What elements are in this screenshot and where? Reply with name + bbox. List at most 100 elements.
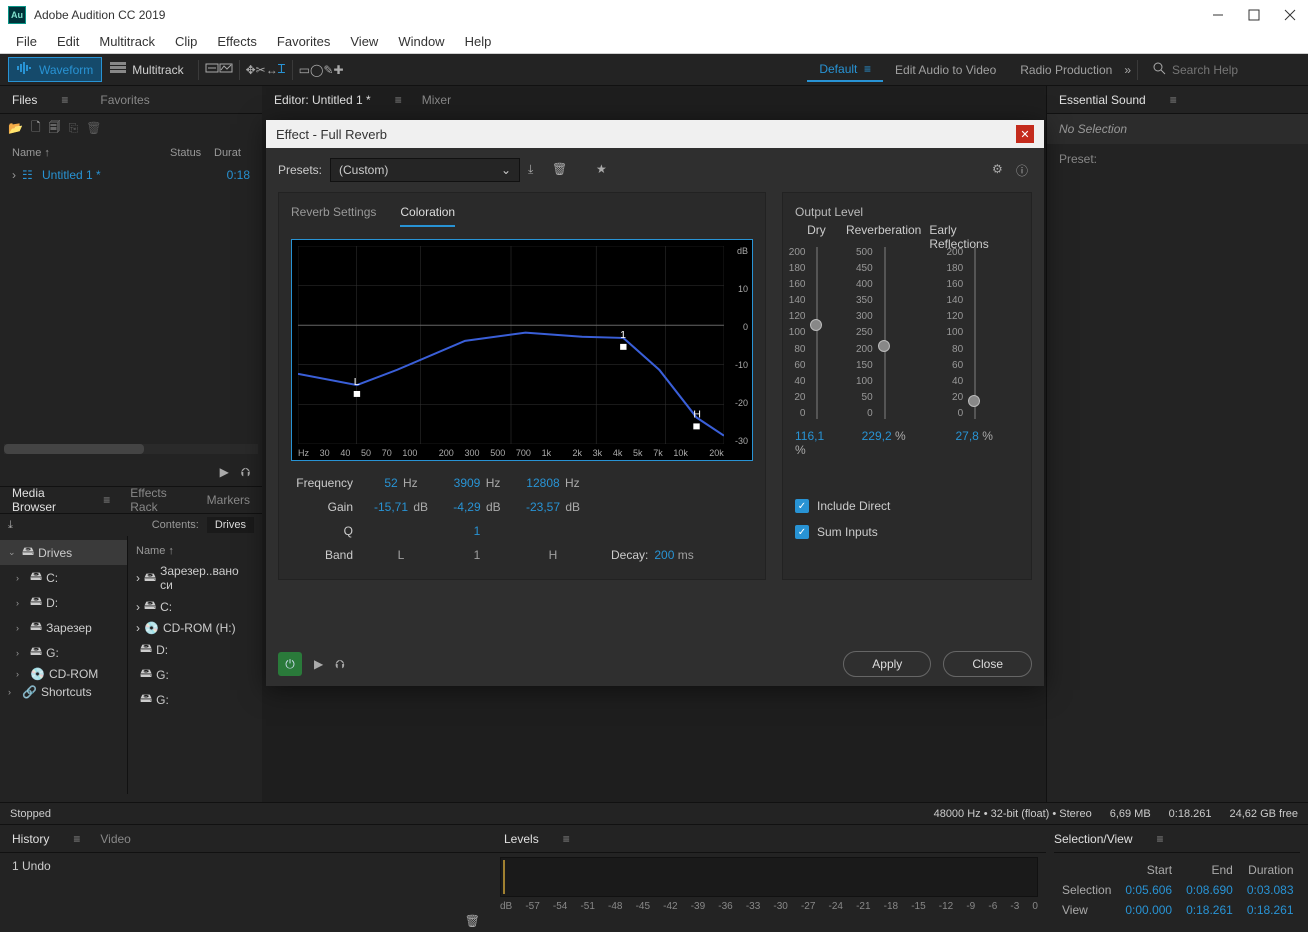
mb-up-icon[interactable]: ⤓ (8, 519, 13, 532)
favorite-icon[interactable]: ★ (596, 162, 612, 178)
sum-inputs-checkbox[interactable]: ✓ (795, 525, 809, 539)
tab-essential-sound[interactable]: Essential Sound (1059, 93, 1146, 107)
decay-value[interactable]: 200 (654, 548, 674, 562)
preview-loop-icon[interactable]: ⮉ (335, 657, 344, 672)
gain-h[interactable]: -23,57 (526, 500, 560, 514)
move-tool-icon[interactable]: ✥ (246, 63, 256, 77)
eq-graph[interactable]: dB100-10-20-30 L1H Hz30405070100 (291, 239, 753, 461)
export-icon[interactable]: ⮉ (241, 465, 250, 480)
brush-tool-icon[interactable]: ✎ (323, 63, 333, 77)
early-slider[interactable]: 200180160140120100806040200 (965, 247, 983, 419)
history-trash-icon[interactable]: 🗑 (465, 914, 480, 928)
workspace-radio[interactable]: Radio Production (1008, 59, 1124, 81)
view-dur[interactable]: 0:18.261 (1241, 901, 1300, 919)
maximize-button[interactable] (1248, 9, 1260, 21)
tab-reverb-settings[interactable]: Reverb Settings (291, 205, 376, 227)
menu-multitrack[interactable]: Multitrack (91, 32, 163, 51)
list-item[interactable]: 🖴D: (128, 637, 262, 662)
levels-menu-icon[interactable]: ≡ (563, 832, 570, 846)
menu-favorites[interactable]: Favorites (269, 32, 338, 51)
settings-icon[interactable]: ⚙ (992, 162, 1008, 178)
freq-1[interactable]: 3909 (454, 476, 481, 490)
gain-l[interactable]: -15,71 (374, 500, 408, 514)
tab-coloration[interactable]: Coloration (400, 205, 455, 227)
history-menu-icon[interactable]: ≡ (73, 832, 80, 846)
close-window-button[interactable] (1284, 9, 1296, 21)
list-item[interactable]: 🖴G: (128, 662, 262, 687)
workspace-more-icon[interactable]: » (1124, 63, 1131, 77)
q-1[interactable]: 1 (474, 524, 481, 538)
files-panel-menu-icon[interactable]: ≡ (61, 93, 68, 107)
sel-end[interactable]: 0:08.690 (1180, 881, 1239, 899)
reverb-value[interactable]: 229,2 (862, 429, 892, 443)
new-multitrack-icon[interactable]: 🗐 (49, 118, 61, 139)
selview-menu-icon[interactable]: ≡ (1157, 832, 1164, 846)
search-help-input[interactable] (1172, 63, 1292, 77)
delete-preset-icon[interactable]: 🗑 (552, 162, 568, 178)
tree-shortcuts[interactable]: ›🔗Shortcuts (0, 683, 127, 701)
apply-button[interactable]: Apply (843, 651, 931, 677)
menu-help[interactable]: Help (457, 32, 500, 51)
tab-selection-view[interactable]: Selection/View (1054, 832, 1133, 846)
chevron-right-icon[interactable]: › (12, 168, 22, 182)
minimize-button[interactable] (1212, 9, 1224, 21)
gain-1[interactable]: -4,29 (453, 500, 480, 514)
preset-dropdown[interactable]: (Custom)⌄ (330, 158, 520, 182)
files-scrollbar[interactable] (4, 444, 258, 454)
tab-markers[interactable]: Markers (207, 493, 250, 507)
spectral-icon[interactable] (219, 61, 233, 78)
tab-favorites[interactable]: Favorites (100, 93, 149, 107)
tree-drive-cdrom[interactable]: ›💿CD-ROM (0, 665, 127, 683)
tab-history[interactable]: History (12, 832, 49, 846)
info-icon[interactable]: ⓘ (1016, 162, 1032, 178)
effect-power-button[interactable]: ⏻ (278, 652, 302, 676)
new-file-icon[interactable]: 🗋 (31, 118, 41, 139)
save-preset-icon[interactable]: ⤓ (528, 162, 544, 178)
editor-panel-menu-icon[interactable]: ≡ (395, 93, 402, 107)
hud-icon[interactable] (205, 61, 219, 78)
menu-clip[interactable]: Clip (167, 32, 205, 51)
tree-drive-d[interactable]: ›🖴D: (0, 590, 127, 615)
tree-drive-reserved[interactable]: ›🖴Зарезер (0, 615, 127, 640)
list-item[interactable]: ›🖴Зарезер..вано си (128, 562, 262, 594)
list-item[interactable]: 🖴G: (128, 687, 262, 712)
menu-edit[interactable]: Edit (49, 32, 87, 51)
dry-slider[interactable]: 200180160140120100806040200 (807, 247, 825, 419)
menu-effects[interactable]: Effects (209, 32, 265, 51)
tab-mixer[interactable]: Mixer (422, 93, 451, 107)
sel-start[interactable]: 0:05.606 (1119, 881, 1178, 899)
tree-drives[interactable]: ⌄🖴Drives (0, 540, 127, 565)
reverb-slider[interactable]: 500450400350300250200150100500 (875, 247, 893, 419)
menu-file[interactable]: File (8, 32, 45, 51)
dry-value[interactable]: 116,1 (795, 429, 824, 443)
workspace-edit-video[interactable]: Edit Audio to Video (883, 59, 1008, 81)
dialog-close-button[interactable]: ✕ (1016, 125, 1034, 143)
menu-view[interactable]: View (342, 32, 386, 51)
files-col-name[interactable]: Name ↑ (12, 147, 170, 159)
contents-dropdown[interactable]: Drives (207, 517, 254, 533)
tab-levels[interactable]: Levels (504, 832, 539, 846)
view-start[interactable]: 0:00.000 (1119, 901, 1178, 919)
razor-tool-icon[interactable]: ✂ (256, 63, 266, 77)
freq-l[interactable]: 52 (384, 476, 397, 490)
tab-video[interactable]: Video (100, 832, 130, 846)
files-col-status[interactable]: Status (170, 147, 214, 159)
file-row[interactable]: › ☷ Untitled 1 * 0:18 (0, 164, 262, 186)
open-file-icon[interactable]: 📂 (8, 121, 23, 135)
sel-dur[interactable]: 0:03.083 (1241, 881, 1300, 899)
tab-files[interactable]: Files (12, 93, 37, 107)
multitrack-mode-button[interactable]: Multitrack (102, 58, 191, 81)
close-button[interactable]: Close (943, 651, 1032, 677)
tree-drive-g[interactable]: ›🖴G: (0, 640, 127, 665)
workspace-default[interactable]: Default ≡ (807, 58, 883, 82)
slip-tool-icon[interactable]: ↔ (266, 63, 278, 77)
preview-play-icon[interactable]: ▶ (314, 657, 323, 671)
early-value[interactable]: 27,8 (955, 429, 978, 443)
menu-window[interactable]: Window (390, 32, 452, 51)
waveform-mode-button[interactable]: Waveform (8, 57, 102, 82)
mb-panel-menu-icon[interactable]: ≡ (103, 493, 110, 507)
heal-tool-icon[interactable]: ✚ (333, 63, 343, 77)
marquee-tool-icon[interactable]: ▭ (299, 63, 310, 77)
include-direct-checkbox[interactable]: ✓ (795, 499, 809, 513)
time-select-tool-icon[interactable]: Ꮖ (278, 62, 286, 77)
